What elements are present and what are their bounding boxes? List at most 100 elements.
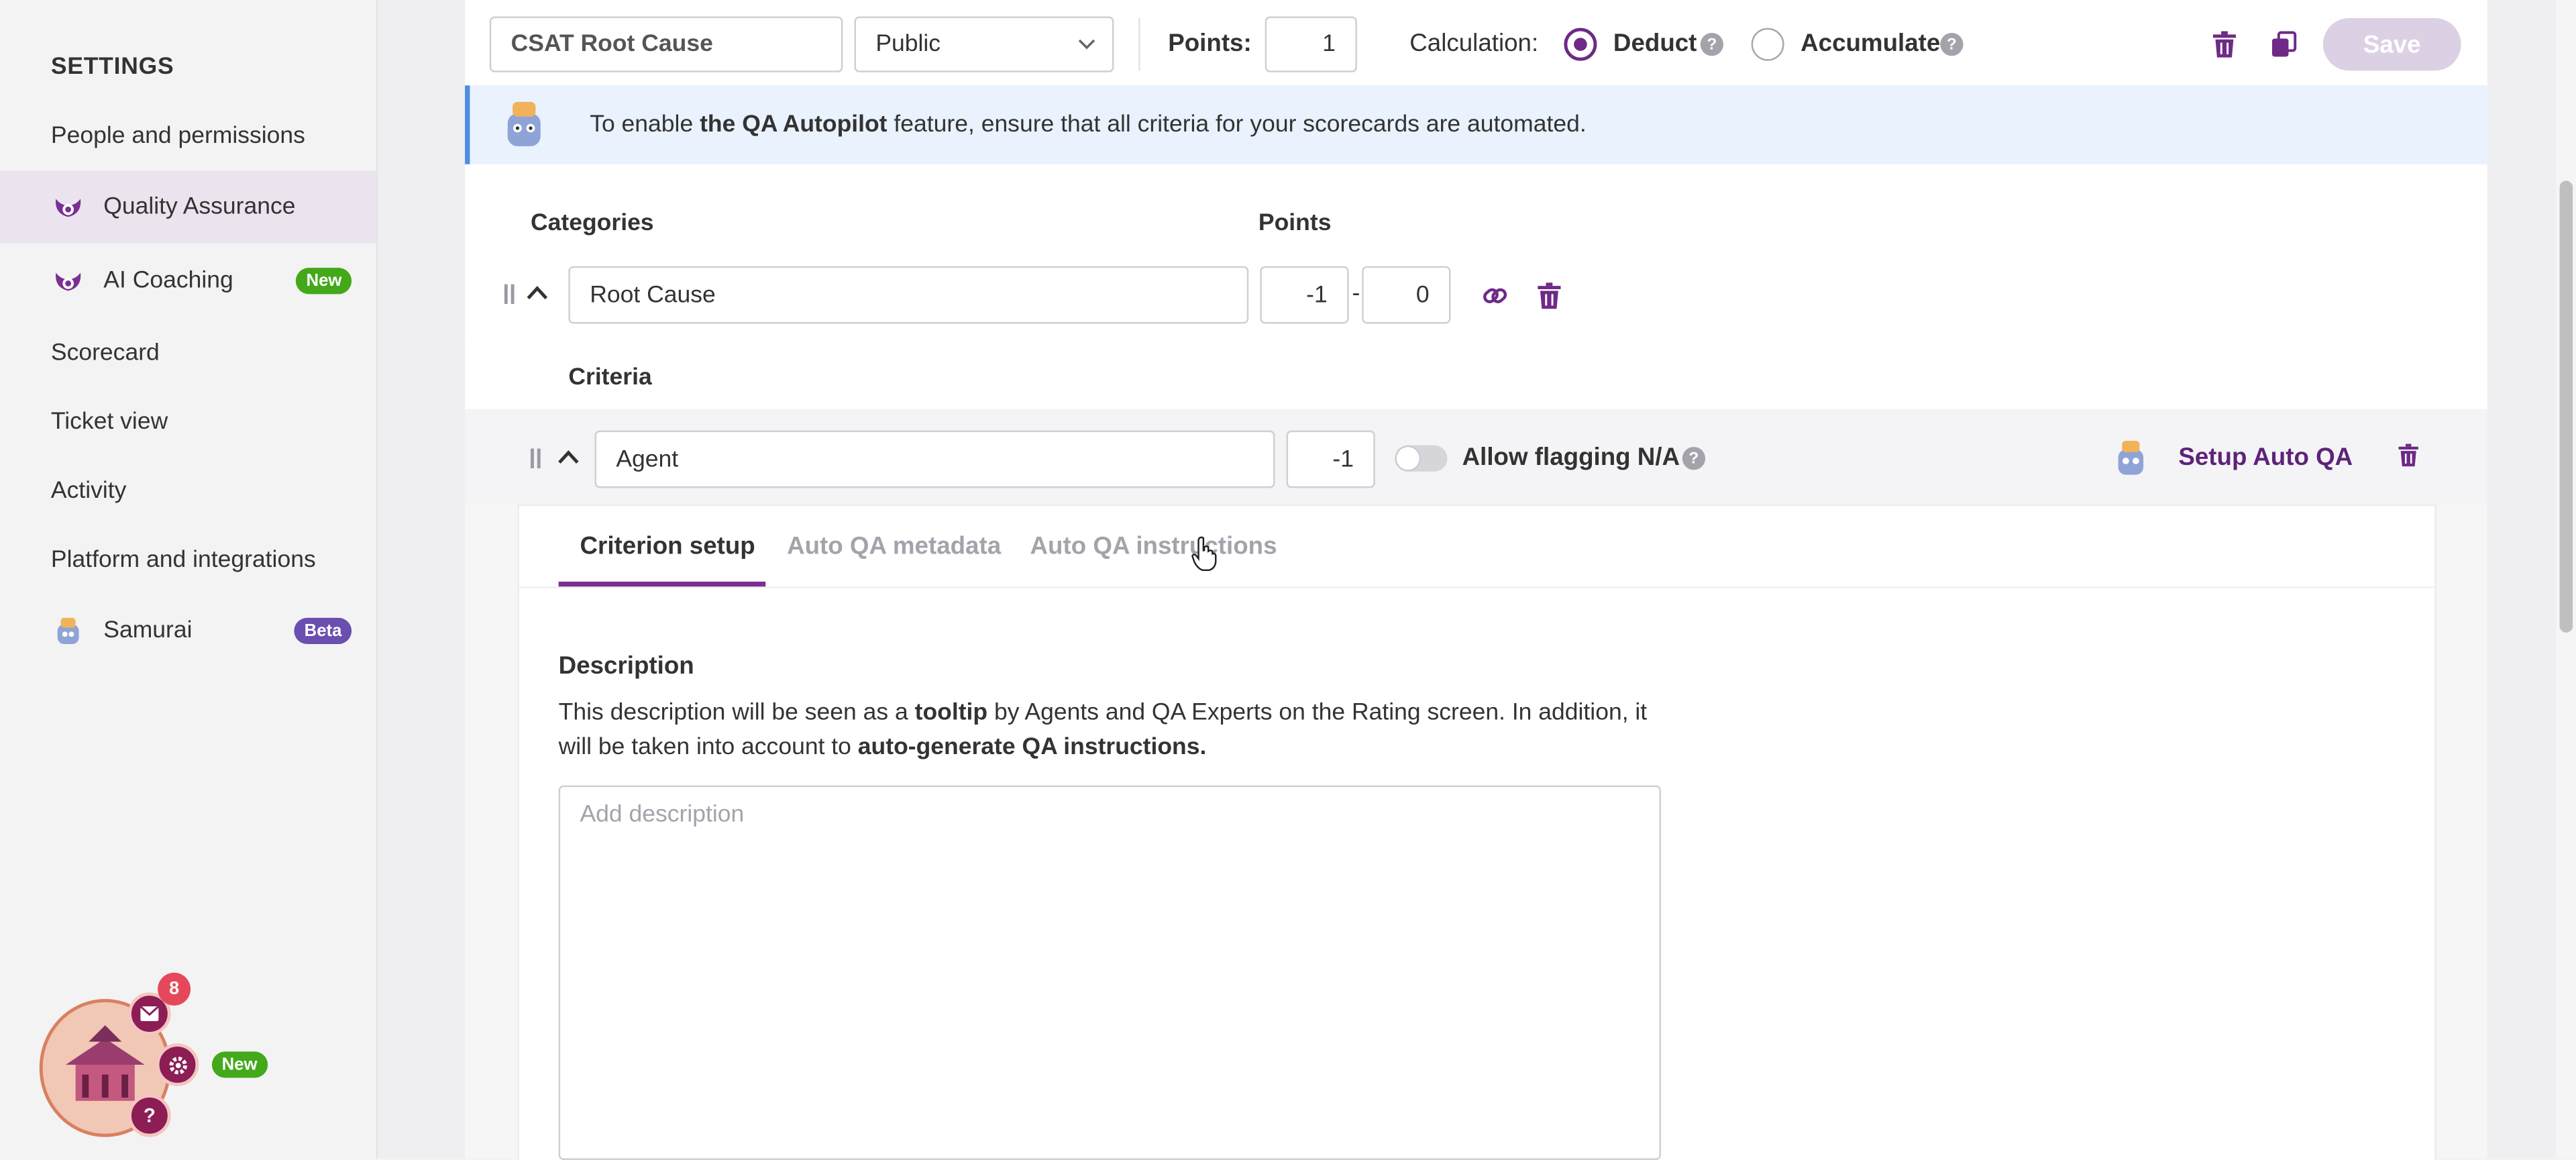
sidebar-item-activity[interactable]: Activity [0, 455, 376, 527]
sidebar-item-samurai[interactable]: Samurai Beta [0, 595, 376, 668]
new-badge: New [296, 268, 352, 295]
banner-message: To enable the QA Autopilot feature, ensu… [590, 112, 1587, 138]
chevron-up-icon[interactable] [526, 284, 549, 301]
accumulate-label: Accumulate [1801, 30, 1941, 58]
help-icon[interactable]: ? [1940, 32, 1964, 56]
scorecard-name-input[interactable]: CSAT Root Cause [489, 16, 843, 72]
tab-auto-qa-metadata[interactable]: Auto QA metadata [787, 532, 1001, 560]
sidebar-item-label: Samurai [103, 617, 193, 645]
help-text-bold: tooltip [914, 700, 988, 727]
sidebar-item-people-permissions[interactable]: People and permissions [0, 100, 376, 172]
sidebar-item-label: People and permissions [50, 123, 305, 150]
copy-icon [2271, 31, 2297, 57]
banner-text-part: feature, ensure that all criteria for yo… [887, 111, 1587, 138]
criteria-section-header: Criteria [465, 337, 2487, 411]
visibility-value: Public [875, 31, 941, 58]
delete-scorecard-button[interactable] [2203, 23, 2246, 66]
drag-handle[interactable] [531, 448, 541, 468]
category-name-input[interactable]: Root Cause [568, 266, 1249, 324]
criterion-row: Agent -1 Allow flagging N/A ? Setup Auto… [465, 409, 2487, 505]
points-input[interactable]: 1 [1265, 16, 1357, 72]
duplicate-scorecard-button[interactable] [2262, 23, 2305, 66]
deduct-label: Deduct [1613, 30, 1697, 58]
new-badge: New [211, 1051, 268, 1078]
criterion-points-input[interactable]: -1 [1286, 430, 1375, 488]
visibility-select[interactable]: Public [854, 16, 1114, 72]
mail-icon [140, 1005, 160, 1022]
sidebar-item-quality-assurance[interactable]: Quality Assurance [0, 170, 376, 244]
samurai-avatar-icon [51, 614, 85, 648]
setup-auto-qa-link[interactable]: Setup Auto QA [2178, 443, 2353, 472]
autopilot-info-banner: To enable the QA Autopilot feature, ensu… [465, 85, 2487, 164]
qa-logo-icon [51, 190, 85, 224]
samurai-avatar-icon [507, 101, 541, 146]
sidebar-item-ai-coaching[interactable]: AI Coaching New [0, 245, 376, 317]
sidebar-item-label: Scorecard [50, 339, 160, 367]
sidebar-heading: SETTINGS [50, 54, 174, 81]
allow-na-toggle[interactable] [1395, 445, 1448, 472]
criterion-name-input[interactable]: Agent [594, 430, 1275, 488]
trash-icon [2212, 31, 2237, 58]
active-tab-indicator [558, 581, 766, 587]
criteria-header: Criteria [568, 364, 652, 391]
allow-na-label: Allow flagging N/A [1462, 443, 1680, 472]
qa-logo-icon [51, 264, 85, 298]
chevron-up-icon[interactable] [557, 449, 580, 465]
categories-section: Categories Points Root Cause -1 - 0 [465, 164, 2487, 339]
tab-auto-qa-instructions[interactable]: Auto QA instructions [1030, 532, 1277, 560]
help-icon: ? [143, 1104, 156, 1128]
drag-handle[interactable] [504, 284, 515, 305]
tab-criterion-setup[interactable]: Criterion setup [580, 532, 755, 560]
accumulate-radio[interactable] [1751, 28, 1784, 61]
sidebar-item-ticket-view[interactable]: Ticket view [0, 386, 376, 459]
category-max-points-input[interactable]: 0 [1362, 266, 1451, 324]
save-button[interactable]: Save [2322, 17, 2461, 71]
link-button[interactable] [1474, 274, 1517, 317]
help-button[interactable]: ? [128, 1094, 171, 1137]
sidebar-item-label: Quality Assurance [103, 193, 296, 221]
criterion-detail-card: Criterion setup Auto QA metadata Auto QA… [517, 504, 2436, 1160]
delete-category-button[interactable] [1528, 274, 1571, 317]
scorecard-toolbar: CSAT Root Cause Public Points: 1 Calcula… [465, 0, 2487, 87]
settings-button[interactable] [156, 1043, 199, 1086]
scrollbar-thumb[interactable] [2559, 180, 2573, 633]
link-icon [1483, 288, 1507, 303]
calculation-label: Calculation: [1409, 30, 1539, 58]
deduct-radio[interactable] [1564, 28, 1597, 61]
trash-icon [1538, 282, 1561, 309]
hand-cursor-icon [1191, 536, 1217, 572]
sidebar-item-label: AI Coaching [103, 268, 233, 295]
sidebar-item-label: Platform and integrations [50, 547, 316, 574]
category-min-points-input[interactable]: -1 [1260, 266, 1349, 324]
help-icon[interactable]: ? [1700, 32, 1724, 56]
range-separator: - [1352, 280, 1360, 307]
description-title: Description [558, 652, 694, 680]
description-help-text: This description will be seen as a toolt… [559, 696, 1660, 766]
sidebar-item-scorecard[interactable]: Scorecard [0, 317, 376, 390]
description-textarea[interactable]: Add description [558, 785, 1661, 1160]
samurai-avatar-icon [2118, 441, 2144, 475]
gear-icon [168, 1055, 186, 1074]
banner-text-part: To enable [590, 111, 700, 138]
sidebar-item-label: Ticket view [50, 409, 168, 435]
categories-header: Categories [531, 210, 654, 237]
trash-icon [2398, 443, 2418, 467]
help-text-part: This description will be seen as a [558, 700, 915, 727]
vertical-scrollbar[interactable] [2556, 0, 2576, 1159]
tabs-divider [519, 586, 2435, 588]
beta-badge: Beta [294, 617, 352, 645]
points-header: Points [1258, 210, 1332, 237]
chevron-down-icon [1078, 39, 1095, 50]
sidebar: SETTINGS People and permissions Quality … [0, 0, 378, 1159]
main-content: CSAT Root Cause Public Points: 1 Calcula… [378, 0, 2576, 1160]
divider [1138, 17, 1140, 71]
sidebar-item-platform-integrations[interactable]: Platform and integrations [0, 524, 376, 596]
notification-badge: 8 [158, 972, 191, 1006]
help-icon[interactable]: ? [1682, 447, 1706, 470]
sidebar-item-label: Activity [50, 478, 127, 505]
help-text-bold: auto-generate QA instructions. [857, 734, 1207, 761]
points-label: Points: [1168, 30, 1252, 58]
delete-criterion-button[interactable] [2387, 434, 2430, 477]
scorecard-editor: CSAT Root Cause Public Points: 1 Calcula… [465, 0, 2487, 1160]
banner-text-bold: the QA Autopilot [700, 111, 888, 138]
